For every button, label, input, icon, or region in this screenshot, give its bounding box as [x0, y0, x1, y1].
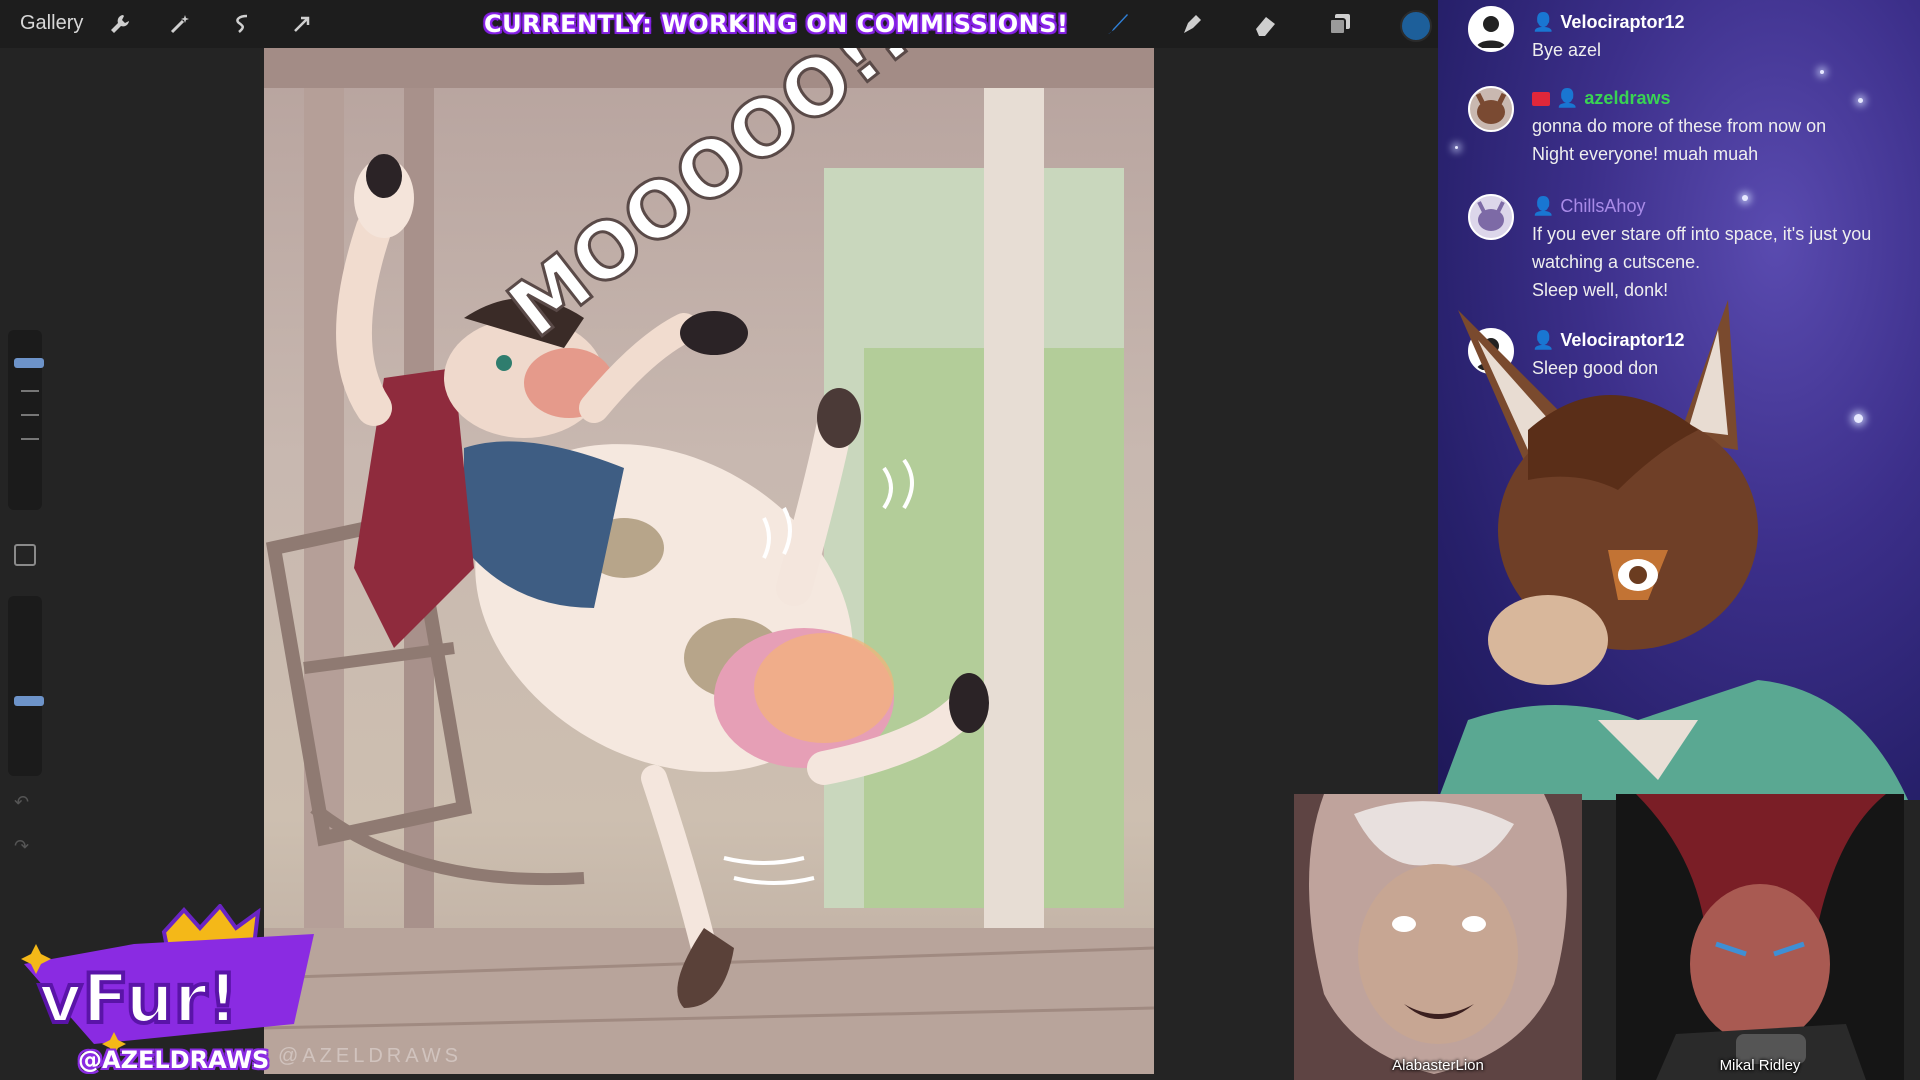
opacity-slider[interactable]	[8, 596, 44, 776]
top-toolbar: Gallery CURRENTLY: WORKING ON COMMISSION…	[0, 0, 1438, 48]
brush-size-slider[interactable]	[8, 330, 44, 510]
slider-tick	[21, 438, 39, 440]
logo-text: vFur!	[38, 960, 238, 1039]
left-sidebar: ↶ ↷	[2, 330, 46, 874]
webcam-feed: AlabasterLion	[1294, 794, 1582, 1080]
smudge-icon[interactable]	[1178, 10, 1206, 38]
webcam-name-label: Mikal Ridley	[1719, 1057, 1801, 1074]
person-icon: 👤	[1532, 12, 1555, 32]
webcam-feed: Mikal Ridley	[1616, 794, 1904, 1080]
modify-button[interactable]	[14, 544, 36, 566]
user-avatar	[1468, 86, 1514, 132]
channel-handle: @AZELDRAWS	[78, 1046, 270, 1074]
slider-tick	[21, 390, 39, 392]
lion-avatar-illustration	[1294, 794, 1582, 1080]
user-avatar	[1468, 194, 1514, 240]
selection-icon[interactable]	[228, 10, 256, 38]
layers-icon[interactable]	[1326, 10, 1354, 38]
artwork-illustration: MOOOOO!!!	[264, 48, 1154, 1074]
slider-tick	[21, 414, 39, 416]
redo-icon[interactable]: ↷	[14, 836, 29, 857]
brush-size-handle[interactable]	[14, 358, 44, 368]
wrench-icon[interactable]	[106, 10, 134, 38]
donkey-mascot-illustration	[1438, 300, 1908, 800]
commission-banner: CURRENTLY: WORKING ON COMMISSIONS!	[484, 10, 1069, 38]
chat-username[interactable]: 👤 azeldraws	[1532, 88, 1670, 109]
star-decoration	[1455, 146, 1458, 149]
chat-text-line: Night everyone! muah muah	[1532, 144, 1759, 164]
chat-username[interactable]: 👤 ChillsAhoy	[1532, 196, 1645, 217]
star-decoration	[1858, 98, 1863, 103]
eraser-icon[interactable]	[1252, 10, 1280, 38]
magic-wand-icon[interactable]	[166, 10, 194, 38]
transform-arrow-icon[interactable]	[288, 10, 316, 38]
chat-text-line: Bye azel	[1532, 40, 1602, 60]
gallery-button[interactable]: Gallery	[20, 12, 83, 35]
chat-username[interactable]: 👤 Velociraptor12	[1532, 12, 1684, 33]
opacity-handle[interactable]	[14, 696, 44, 706]
drawing-canvas[interactable]: MOOOOO!!! @AZELDRAWS	[264, 48, 1154, 1074]
color-picker-button[interactable]	[1400, 10, 1432, 42]
brush-icon[interactable]	[1104, 10, 1132, 38]
fox-avatar-illustration	[1616, 794, 1904, 1080]
person-icon: 👤	[1556, 88, 1579, 108]
webcam-name-label: AlabasterLion	[1392, 1057, 1484, 1074]
star-decoration	[1820, 70, 1824, 74]
chat-panel: 👤 Velociraptor12 Bye azel 👤 azeldraws go…	[1438, 0, 1920, 800]
chat-text-line: gonna do more of these from now on	[1532, 116, 1827, 136]
star-decoration	[1742, 195, 1748, 201]
chat-text-line: If you ever stare off into space, it's j…	[1532, 224, 1872, 244]
person-icon: 👤	[1532, 196, 1555, 216]
chat-text-line: watching a cutscene.	[1532, 252, 1701, 272]
user-avatar	[1468, 6, 1514, 52]
undo-icon[interactable]: ↶	[14, 792, 29, 813]
broadcaster-badge	[1532, 91, 1550, 106]
